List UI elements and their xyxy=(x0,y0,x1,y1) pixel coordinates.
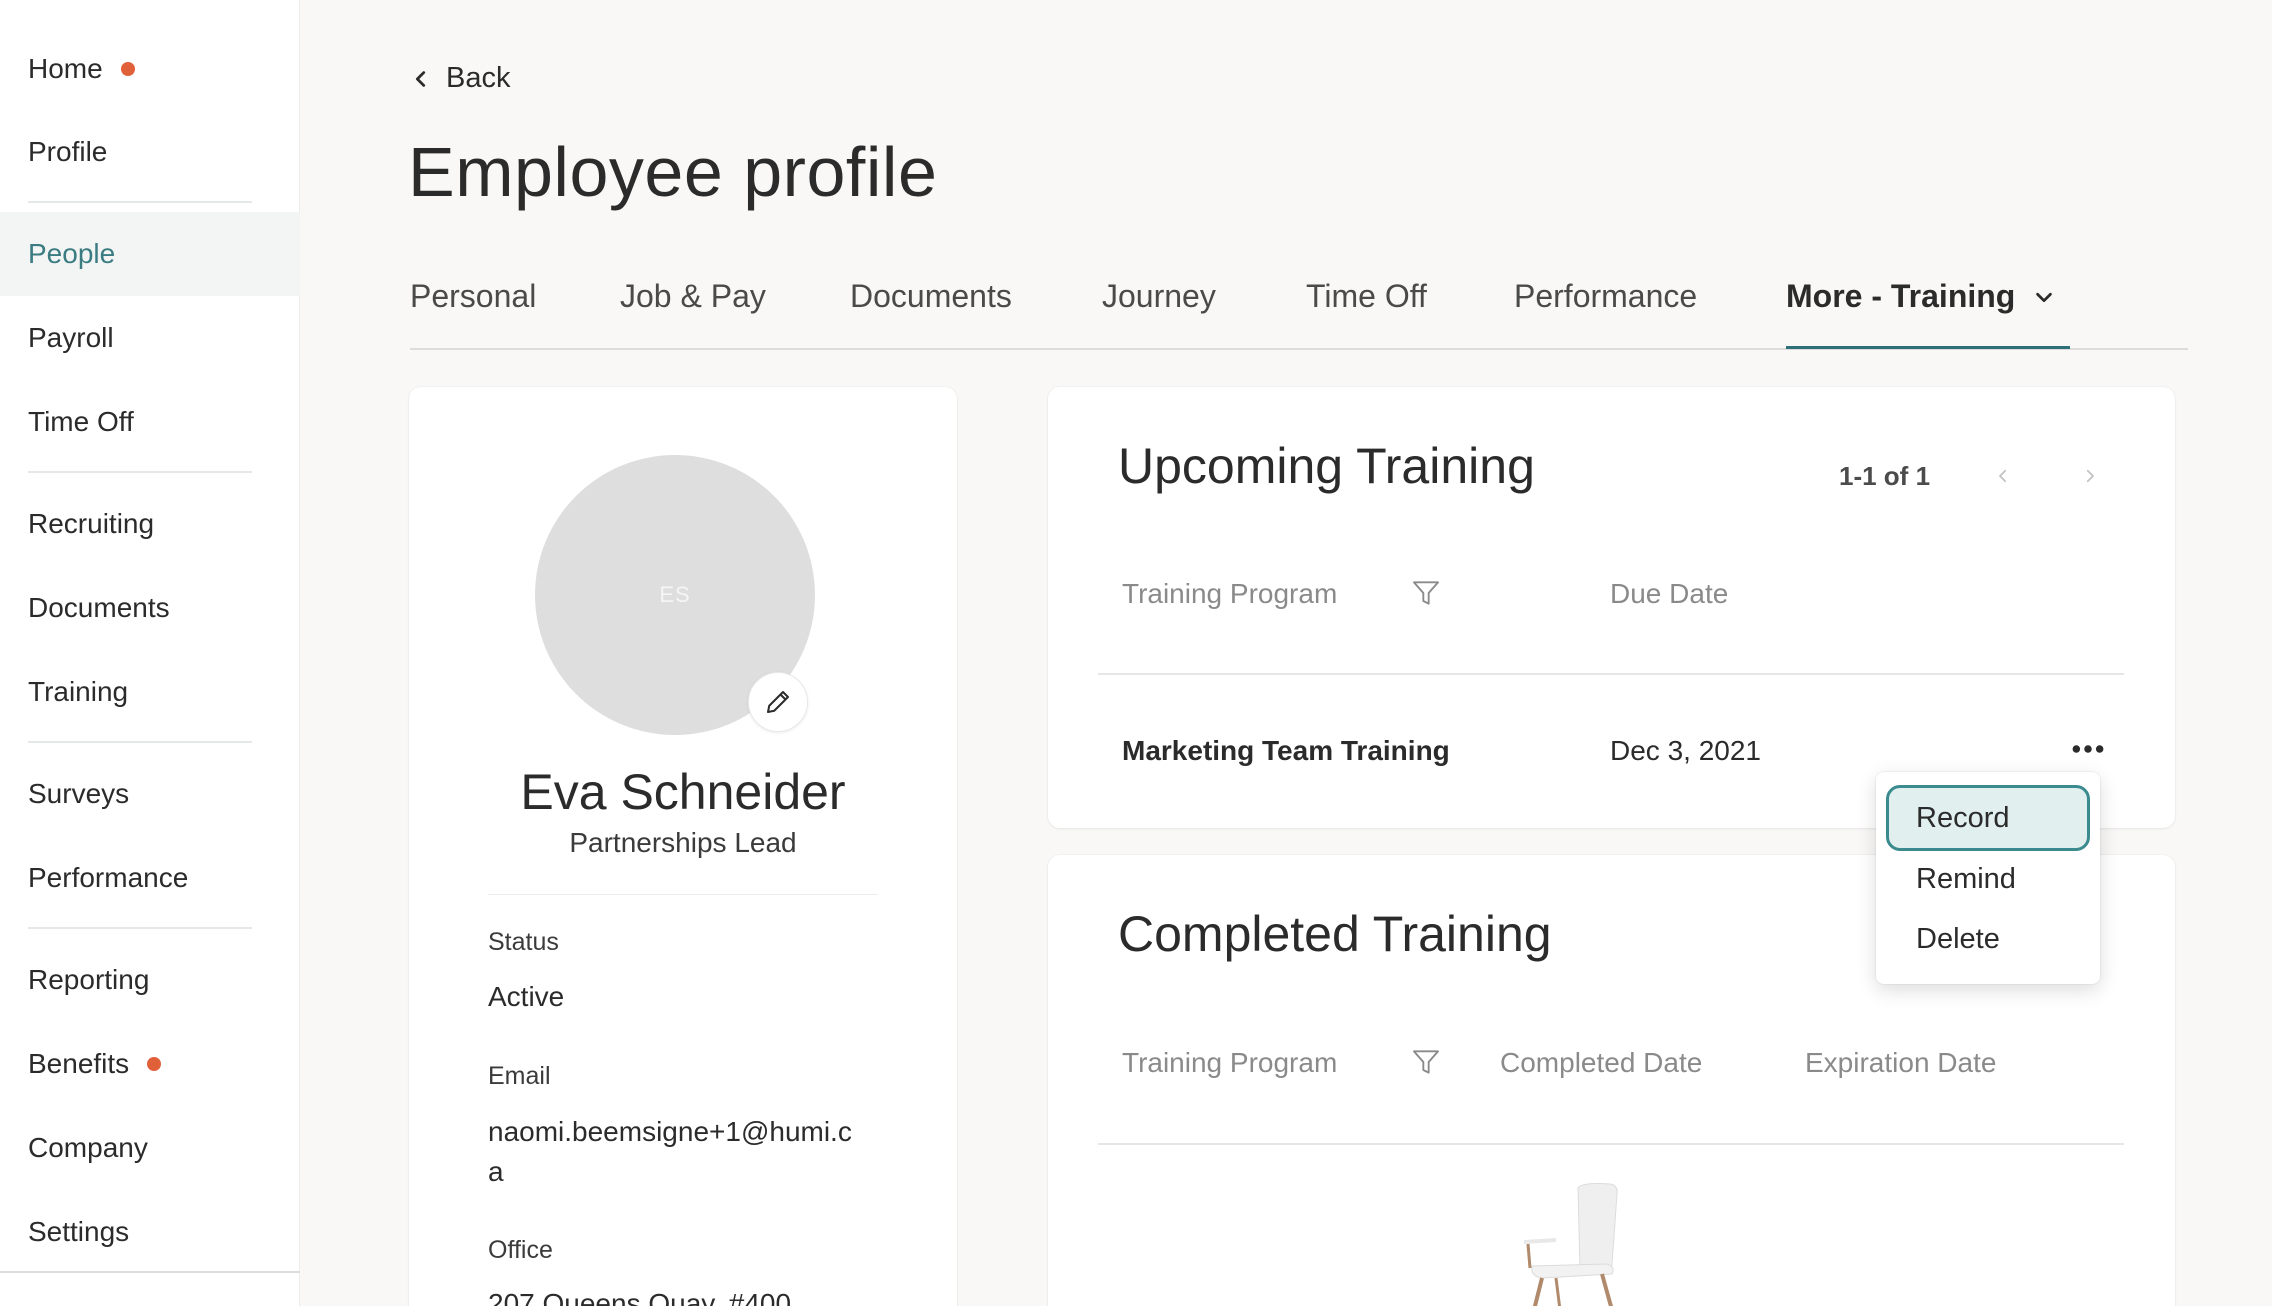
sidebar-item-documents[interactable]: Documents xyxy=(0,566,300,650)
column-header-training-program: Training Program xyxy=(1122,1047,1338,1078)
sidebar-item-reporting[interactable]: Reporting xyxy=(0,938,300,1022)
sidebar-divider xyxy=(28,471,252,473)
training-program-cell: Marketing Team Training xyxy=(1122,735,1450,766)
tab-job-pay[interactable]: Job & Pay xyxy=(620,278,766,315)
office-value: 207 Queens Quay, #400 xyxy=(488,1288,792,1306)
sidebar-item-label: People xyxy=(28,238,116,269)
chevron-left-icon xyxy=(1999,469,2007,483)
sidebar-item-payroll[interactable]: Payroll xyxy=(0,296,300,380)
sidebar-divider xyxy=(28,741,252,743)
pagination-count: 1-1 of 1 xyxy=(1839,461,1931,491)
tab-performance[interactable]: Performance xyxy=(1514,278,1697,315)
pencil-icon xyxy=(767,691,789,713)
profile-tabs: Personal Job & Pay Documents Journey Tim… xyxy=(410,268,2188,350)
sidebar-divider xyxy=(28,201,252,203)
sidebar: Home Profile People Payroll Time Off Rec… xyxy=(0,0,300,1306)
sidebar-item-label: Time Off xyxy=(28,406,134,437)
back-link[interactable]: Back xyxy=(410,62,510,95)
sidebar-item-benefits[interactable]: Benefits xyxy=(0,1022,300,1106)
sidebar-divider xyxy=(0,1271,300,1273)
column-header-due-date: Due Date xyxy=(1610,578,1729,609)
tab-more-training[interactable]: More - Training xyxy=(1786,278,2055,315)
status-label: Status xyxy=(488,928,559,956)
sidebar-item-people[interactable]: People xyxy=(0,212,300,296)
menu-item-delete[interactable]: Delete xyxy=(1886,906,2090,972)
sidebar-item-performance[interactable]: Performance xyxy=(0,836,300,920)
tab-documents[interactable]: Documents xyxy=(850,278,1012,315)
column-header-completed-date: Completed Date xyxy=(1500,1047,1703,1078)
employee-name: Eva Schneider xyxy=(520,764,846,820)
page-title: Employee profile xyxy=(408,133,938,211)
sidebar-item-label: Company xyxy=(28,1132,148,1163)
more-horizontal-icon xyxy=(2072,745,2104,753)
sidebar-item-label: Profile xyxy=(28,136,108,167)
due-date-cell: Dec 3, 2021 xyxy=(1610,735,1761,766)
filter-icon[interactable] xyxy=(1410,577,1442,609)
employee-job-title: Partnerships Lead xyxy=(569,827,797,858)
filter-icon[interactable] xyxy=(1410,1046,1442,1078)
column-header-training-program: Training Program xyxy=(1122,578,1338,609)
sidebar-item-surveys[interactable]: Surveys xyxy=(0,752,300,836)
menu-item-record[interactable]: Record xyxy=(1886,785,2090,851)
completed-training-title: Completed Training xyxy=(1118,906,1552,962)
row-actions-menu: Record Remind Delete xyxy=(1876,772,2100,984)
avatar-initials: ES xyxy=(659,582,691,607)
sidebar-item-label: Home xyxy=(28,53,103,84)
sidebar-item-settings[interactable]: Settings xyxy=(0,1190,300,1274)
row-divider xyxy=(1098,673,2124,675)
chevron-right-icon xyxy=(2086,469,2094,483)
tab-journey[interactable]: Journey xyxy=(1102,278,1216,315)
notification-dot xyxy=(147,1057,162,1071)
chevron-left-icon xyxy=(415,70,426,87)
tab-label: More - Training xyxy=(1786,278,2016,314)
office-label: Office xyxy=(488,1236,553,1264)
menu-item-remind[interactable]: Remind xyxy=(1886,846,2090,912)
sidebar-item-label: Settings xyxy=(28,1216,130,1247)
email-line: naomi.beemsigne+1@humi.c xyxy=(488,1116,852,1147)
sidebar-item-home[interactable]: Home xyxy=(0,27,300,111)
next-page-button[interactable] xyxy=(2075,461,2105,491)
empty-state-chair-illustration xyxy=(1524,1183,1618,1306)
sidebar-item-time-off[interactable]: Time Off xyxy=(0,380,300,464)
sidebar-item-label: Documents xyxy=(28,592,170,623)
chevron-down-icon xyxy=(2036,292,2053,302)
profile-card: ES Eva Schneider Partnerships Lead Statu… xyxy=(409,387,957,1306)
sidebar-item-training[interactable]: Training xyxy=(0,650,300,734)
tab-personal[interactable]: Personal xyxy=(410,278,536,315)
sidebar-item-label: Payroll xyxy=(28,322,114,353)
sidebar-item-label: Recruiting xyxy=(28,508,155,539)
previous-page-button[interactable] xyxy=(1988,461,2018,491)
upcoming-training-card: Upcoming Training 1-1 of 1 Training Prog… xyxy=(1048,387,2175,828)
email-label: Email xyxy=(488,1062,551,1090)
notification-dot xyxy=(120,62,135,76)
sidebar-item-recruiting[interactable]: Recruiting xyxy=(0,482,300,566)
sidebar-item-label: Reporting xyxy=(28,964,150,995)
upcoming-training-title: Upcoming Training xyxy=(1118,438,1535,494)
sidebar-divider xyxy=(28,927,252,929)
edit-avatar-button[interactable] xyxy=(748,672,808,732)
sidebar-item-label: Benefits xyxy=(28,1048,130,1079)
back-label: Back xyxy=(446,62,511,94)
tab-time-off[interactable]: Time Off xyxy=(1306,278,1427,315)
sidebar-item-profile[interactable]: Profile xyxy=(0,110,300,194)
sidebar-item-label: Surveys xyxy=(28,778,130,809)
sidebar-item-company[interactable]: Company xyxy=(0,1106,300,1190)
column-header-expiration-date: Expiration Date xyxy=(1805,1047,1997,1078)
row-actions-button[interactable] xyxy=(2060,731,2116,767)
sidebar-item-label: Performance xyxy=(28,862,189,893)
email-line: a xyxy=(488,1156,504,1187)
email-value[interactable]: naomi.beemsigne+1@humi.c a xyxy=(488,1112,852,1192)
active-tab-indicator xyxy=(1786,346,2070,349)
row-divider xyxy=(1098,1143,2124,1145)
divider xyxy=(488,894,878,895)
sidebar-item-label: Training xyxy=(28,676,129,707)
status-value: Active xyxy=(488,981,565,1012)
